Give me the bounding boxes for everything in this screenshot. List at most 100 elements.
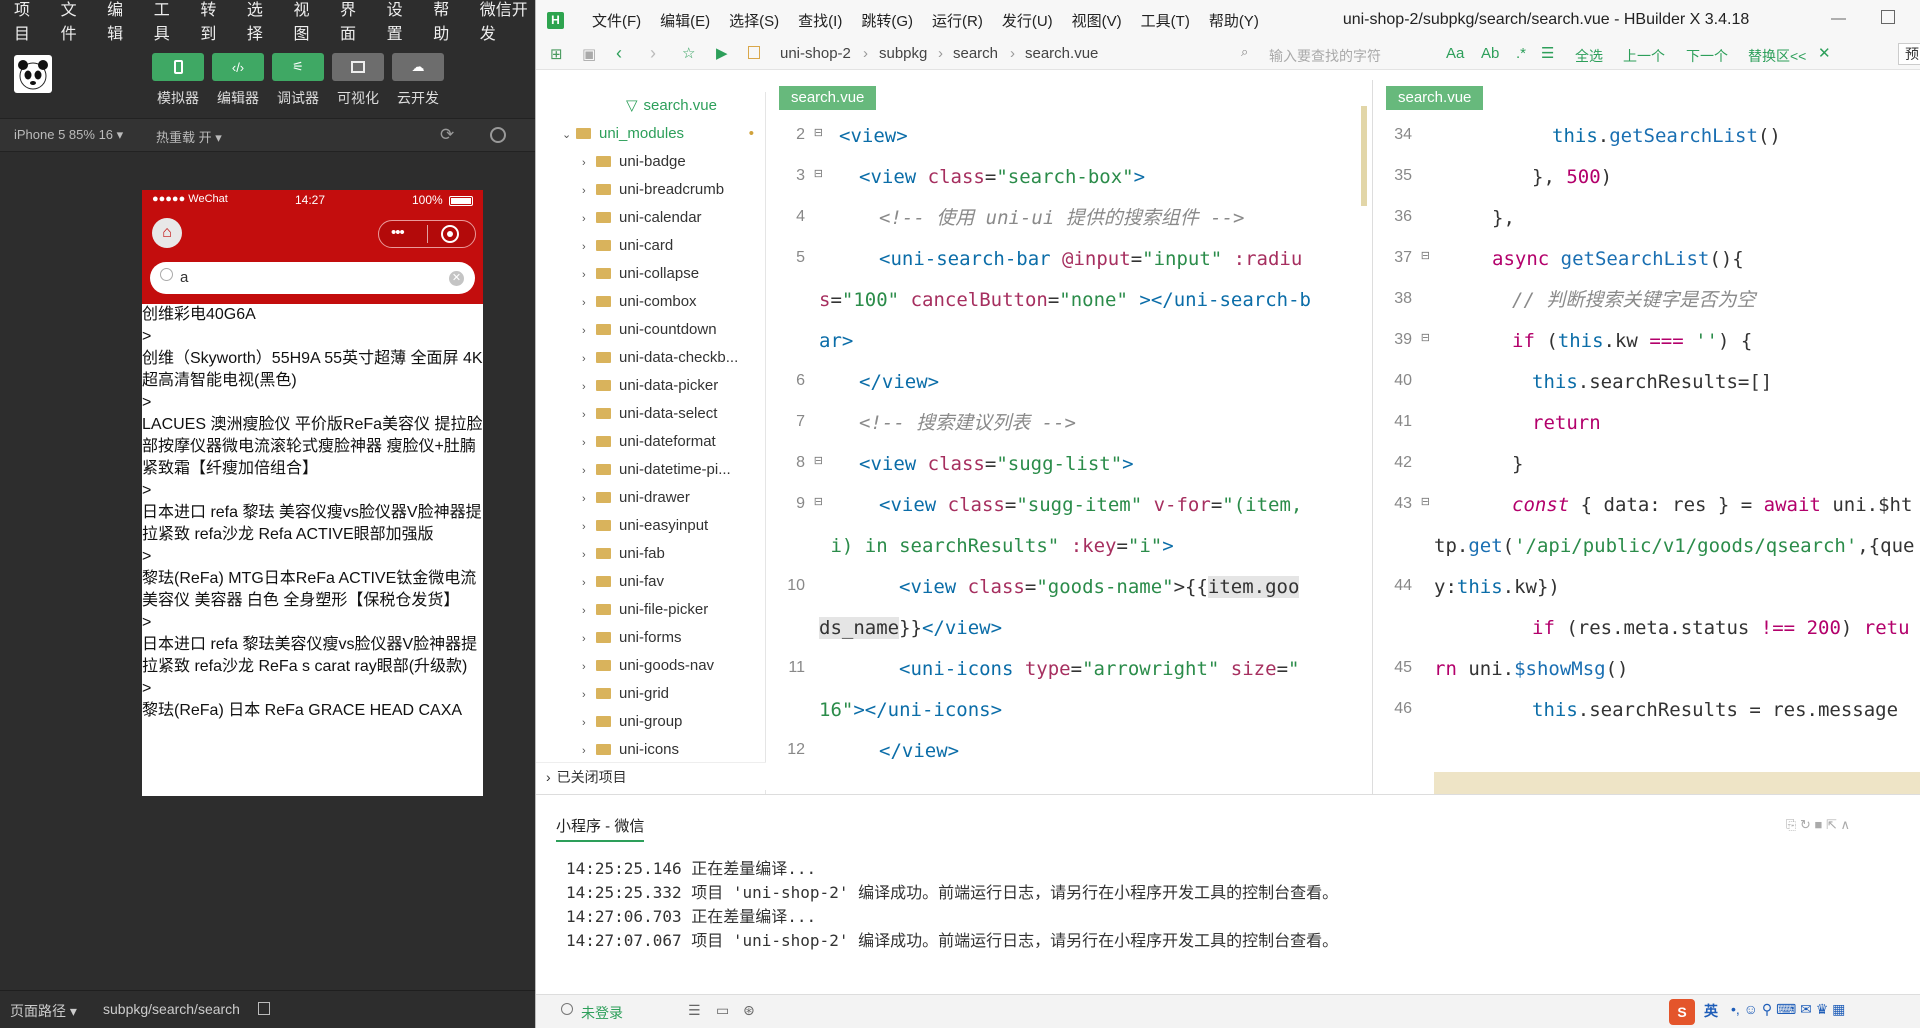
- menu-goto[interactable]: 跳转(G): [861, 10, 913, 31]
- fold-icon[interactable]: ⊟: [814, 126, 823, 139]
- select-all-button[interactable]: 全选: [1575, 46, 1603, 66]
- avatar[interactable]: [14, 55, 52, 93]
- terminal-icon[interactable]: ▭: [716, 1002, 729, 1019]
- menu-settings[interactable]: 设置: [387, 0, 415, 44]
- debugger-button[interactable]: ⚟: [272, 53, 324, 81]
- find-next-button[interactable]: 下一个: [1686, 46, 1728, 66]
- menu-goto[interactable]: 转到: [200, 0, 228, 44]
- tree-item[interactable]: › uni-data-picker: [582, 372, 718, 400]
- breadcrumb-file[interactable]: search.vue: [1025, 45, 1098, 62]
- menu-file[interactable]: 文件: [61, 0, 89, 44]
- tree-item[interactable]: › uni-dateformat: [582, 428, 716, 456]
- close-miniprogram-icon[interactable]: [441, 225, 459, 243]
- tree-item[interactable]: › uni-calendar: [582, 204, 702, 232]
- breadcrumb-search[interactable]: search: [953, 45, 998, 62]
- list-item[interactable]: 日本进口 refa 黎珐美容仪瘦vs脸仪器V脸神器提拉紧致 refa沙龙 ReF…: [142, 634, 483, 700]
- tree-item[interactable]: › uni-fav: [582, 568, 664, 596]
- menu-run[interactable]: 运行(R): [932, 10, 983, 31]
- editor-pane-right[interactable]: search.vue 34 35 36 37 ⊟ 38 39 ⊟ 40 41 42 …: [1374, 80, 1920, 794]
- menu-view[interactable]: 视图: [293, 0, 321, 44]
- tree-item[interactable]: › uni-badge: [582, 148, 686, 176]
- replace-toggle-button[interactable]: 替换区<<: [1748, 46, 1806, 66]
- close-find-icon[interactable]: ✕: [1818, 44, 1831, 62]
- menu-tools[interactable]: 工具(T): [1141, 10, 1190, 31]
- match-case-icon[interactable]: Aa: [1446, 45, 1464, 62]
- whole-word-icon[interactable]: Ab: [1481, 45, 1499, 62]
- tree-item[interactable]: › uni-data-checkb...: [582, 344, 738, 372]
- search-bar[interactable]: a ✕: [150, 262, 475, 294]
- tree-active-file[interactable]: ▽ search.vue: [626, 92, 717, 120]
- tree-item[interactable]: › uni-group: [582, 708, 682, 736]
- hot-reload-toggle[interactable]: 热重载 开 ▾: [156, 127, 222, 146]
- copy-icon[interactable]: [258, 1002, 270, 1015]
- closed-projects[interactable]: › 已关闭项目: [536, 762, 766, 790]
- ime-language[interactable]: 英: [1704, 1001, 1718, 1021]
- tree-item[interactable]: › uni-breadcrumb: [582, 176, 724, 204]
- tree-item[interactable]: › uni-drawer: [582, 484, 690, 512]
- breadcrumb-project[interactable]: uni-shop-2: [780, 45, 851, 62]
- tree-item[interactable]: › uni-countdown: [582, 316, 717, 344]
- menu-edit[interactable]: 编辑(E): [660, 10, 710, 31]
- regex-icon[interactable]: .*: [1516, 45, 1526, 62]
- menu-tools[interactable]: 工具: [154, 0, 182, 44]
- simulator-button[interactable]: [152, 53, 204, 81]
- menu-wechat-dev[interactable]: 微信开发: [480, 0, 535, 44]
- tree-item[interactable]: › uni-easyinput: [582, 512, 708, 540]
- menu-interface[interactable]: 界面: [340, 0, 368, 44]
- list-item[interactable]: 日本进口 refa 黎珐 美容仪瘦vs脸仪器V脸神器提拉紧致 refa沙龙 Re…: [142, 502, 483, 568]
- fold-icon[interactable]: ⊟: [1421, 495, 1430, 508]
- maximize-button[interactable]: [1881, 10, 1895, 24]
- fold-icon[interactable]: ⊟: [814, 167, 823, 180]
- menu-help[interactable]: 帮助(Y): [1209, 10, 1259, 31]
- tree-item[interactable]: › uni-card: [582, 232, 673, 260]
- tree-item[interactable]: › uni-grid: [582, 680, 669, 708]
- device-select[interactable]: iPhone 5 85% 16 ▾: [14, 127, 123, 143]
- list-item[interactable]: LACUES 澳洲瘦脸仪 平价版ReFa美容仪 提拉脸部按摩仪器微电流滚轮式瘦脸…: [142, 414, 483, 502]
- minimize-button[interactable]: —: [1831, 10, 1846, 27]
- tree-item[interactable]: › uni-icons: [582, 736, 679, 764]
- cloud-button[interactable]: ☁: [392, 53, 444, 81]
- tree-item[interactable]: › uni-collapse: [582, 260, 699, 288]
- fold-icon[interactable]: ⊟: [814, 495, 823, 508]
- ime-toolbar-icon[interactable]: •, ☺ ⚲ ⌨ ✉ ♛ ▦: [1731, 1001, 1845, 1018]
- list-item[interactable]: 创维（Skyworth）55H9A 55英寸超薄 全面屏 4K超高清智能电视(黑…: [142, 348, 483, 414]
- login-status[interactable]: 未登录: [581, 1003, 623, 1023]
- menu-help[interactable]: 帮助: [433, 0, 461, 44]
- fold-icon[interactable]: ⊟: [1421, 331, 1430, 344]
- page-path-select[interactable]: 页面路径 ▾: [10, 1001, 77, 1021]
- clear-icon[interactable]: ✕: [449, 271, 464, 286]
- menu-select[interactable]: 选择: [247, 0, 275, 44]
- tree-item[interactable]: › uni-combox: [582, 288, 697, 316]
- editor-pane-left[interactable]: search.vue 2 ⊟ 3 ⊟ 4 5 6 7 8 ⊟ 9 ⊟ 10 11 12 …: [767, 80, 1373, 794]
- tree-item[interactable]: › uni-goods-nav: [582, 652, 714, 680]
- fold-icon[interactable]: ⊟: [1421, 249, 1430, 262]
- tree-item[interactable]: › uni-file-picker: [582, 596, 708, 624]
- scrollbar[interactable]: [1361, 106, 1367, 206]
- find-input[interactable]: 输入要查找的字符: [1269, 46, 1381, 66]
- record-icon[interactable]: [490, 127, 506, 143]
- visual-button[interactable]: [332, 53, 384, 81]
- menu-file[interactable]: 文件(F): [592, 10, 641, 31]
- tree-item[interactable]: › uni-fab: [582, 540, 665, 568]
- preview-button[interactable]: 预: [1898, 43, 1920, 65]
- list-item[interactable]: 黎珐(ReFa) MTG日本ReFa ACTIVE钛金微电流美容仪 美容器 白色…: [142, 568, 483, 634]
- new-file-icon[interactable]: ⊞: [550, 45, 563, 63]
- editor-button[interactable]: ‹/›: [212, 53, 264, 81]
- menu-edit[interactable]: 编辑: [107, 0, 135, 44]
- breadcrumb-subpkg[interactable]: subpkg: [879, 45, 927, 62]
- menu-select[interactable]: 选择(S): [729, 10, 779, 31]
- fold-icon[interactable]: ⊟: [814, 454, 823, 467]
- forward-icon[interactable]: ›: [650, 43, 656, 64]
- list-icon[interactable]: ☰: [688, 1002, 701, 1019]
- refresh-icon[interactable]: ⟳: [440, 125, 454, 145]
- menu-project[interactable]: 项目: [14, 0, 42, 44]
- list-icon[interactable]: ☰: [1541, 44, 1554, 62]
- run-icon[interactable]: ▶: [716, 44, 728, 62]
- tab-search-vue[interactable]: search.vue: [1386, 86, 1484, 110]
- star-icon[interactable]: ☆: [682, 44, 695, 62]
- back-icon[interactable]: ‹: [616, 43, 622, 64]
- search-input[interactable]: a: [180, 269, 188, 286]
- save-icon[interactable]: ▣: [582, 45, 596, 63]
- tab-search-vue[interactable]: search.vue: [779, 86, 877, 110]
- tree-item[interactable]: › uni-forms: [582, 624, 682, 652]
